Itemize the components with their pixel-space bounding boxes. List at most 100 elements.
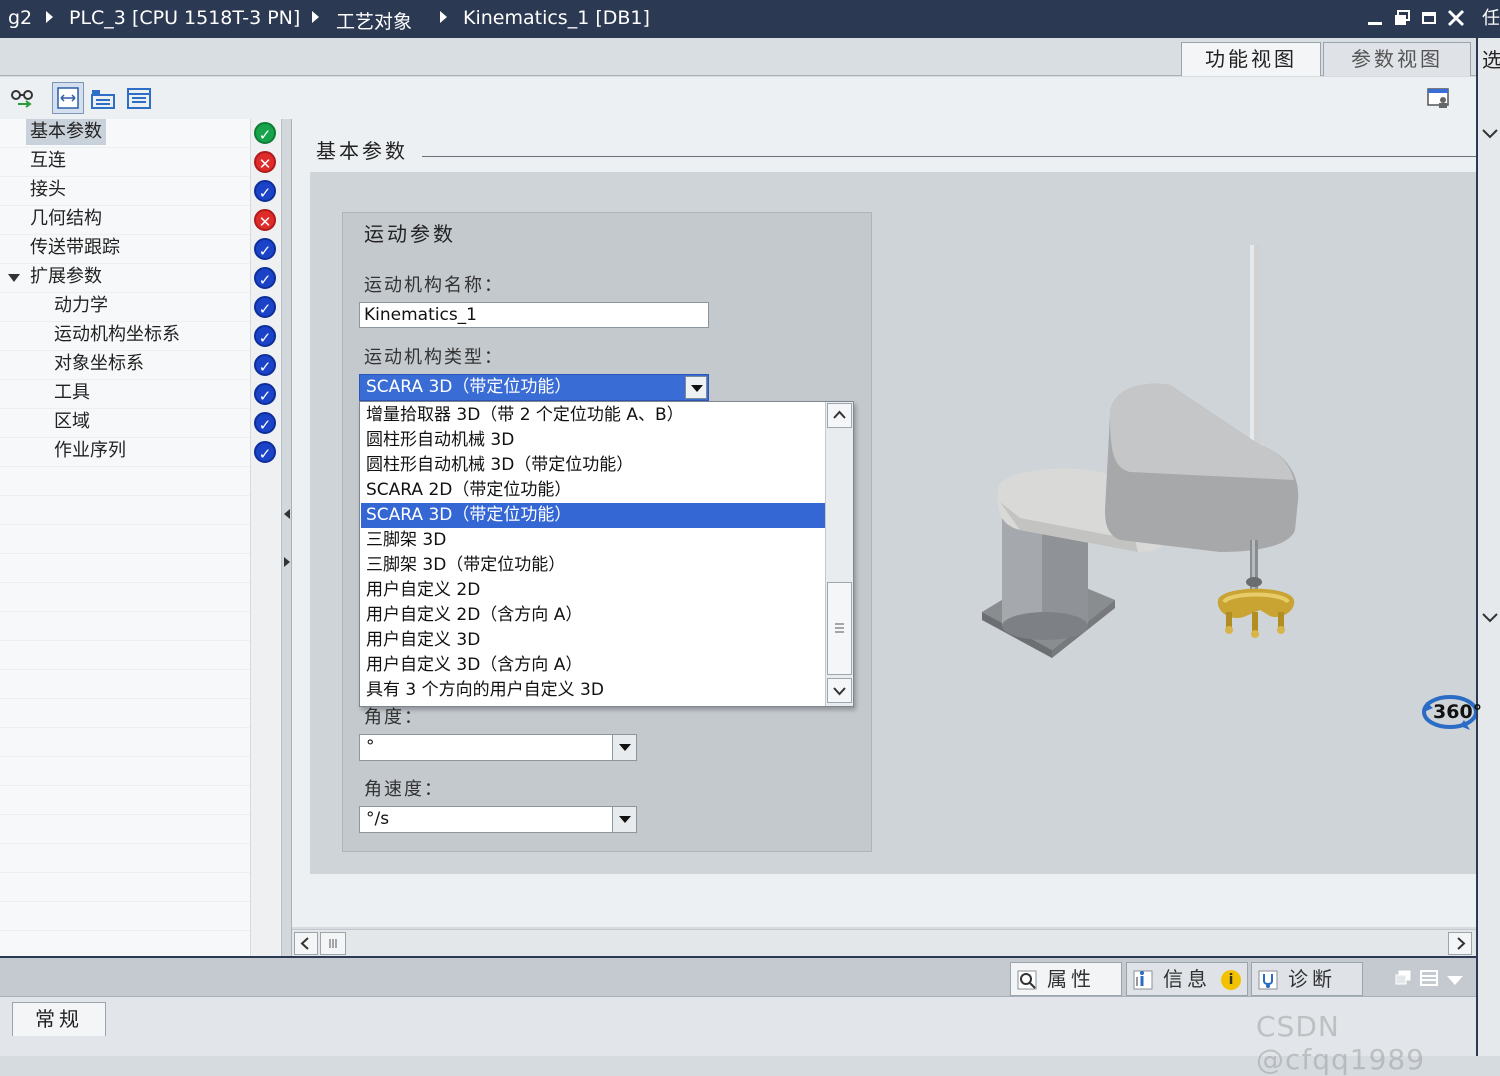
info-badge-icon: i bbox=[1221, 970, 1241, 990]
tab-properties[interactable]: 属性 bbox=[1010, 962, 1122, 996]
title-bar: g2 PLC_3 [CPU 1518T-3 PN] 工艺对象 Kinematic… bbox=[0, 0, 1476, 38]
nav-item-extended-parameters[interactable]: 扩展参数 bbox=[30, 264, 102, 290]
task-card-title: 任 bbox=[1482, 8, 1500, 29]
kinematics-type-label: 运动机构类型： bbox=[364, 347, 504, 368]
option-scara-3d-selected[interactable]: SCARA 3D（带定位功能） bbox=[361, 503, 826, 528]
glasses-icon[interactable] bbox=[10, 86, 34, 110]
collapse-chevron-icon[interactable] bbox=[1480, 126, 1500, 142]
nav-item-tool[interactable]: 工具 bbox=[54, 380, 90, 406]
scroll-left-icon[interactable] bbox=[294, 932, 318, 955]
kinematics-type-dropdown-list[interactable]: 增量拾取器 3D（带 2 个定位功能 A、B） 圆柱形自动机械 3D 圆柱形自动… bbox=[359, 401, 854, 707]
nav-item-job-sequence[interactable]: 作业序列 bbox=[54, 438, 126, 464]
kinematics-name-input[interactable]: Kinematics_1 bbox=[359, 302, 709, 328]
nav-item-geometry[interactable]: 几何结构 bbox=[30, 206, 102, 232]
list-view-icon[interactable] bbox=[126, 86, 151, 110]
float-window-icon[interactable] bbox=[1394, 970, 1412, 990]
angular-velocity-unit-label: 角速度： bbox=[364, 779, 444, 800]
option-user-defined-3d-a[interactable]: 用户自定义 3D（含方向 A） bbox=[361, 653, 826, 678]
magnifier-icon bbox=[1017, 970, 1037, 990]
nav-item-interconnection[interactable]: 互连 bbox=[30, 148, 66, 174]
option-scara-2d[interactable]: SCARA 2D（带定位功能） bbox=[361, 478, 826, 503]
option-user-defined-3d-three-orientations[interactable]: 具有 3 个方向的用户自定义 3D bbox=[361, 678, 826, 703]
breadcrumb-plc[interactable]: PLC_3 [CPU 1518T-3 PN] bbox=[69, 7, 300, 29]
dropdown-scrollbar[interactable] bbox=[825, 402, 853, 706]
option-delta-picker-3d-ab[interactable]: 增量拾取器 3D（带 2 个定位功能 A、B） bbox=[361, 403, 826, 428]
diagnostics-icon bbox=[1258, 970, 1278, 990]
nav-item-conveyor-tracking[interactable]: 传送带跟踪 bbox=[30, 235, 120, 261]
option-tripod-3d[interactable]: 三脚架 3D bbox=[361, 528, 826, 553]
status-check-icon: ✓ bbox=[254, 383, 276, 405]
restore-icon[interactable] bbox=[1393, 9, 1411, 27]
status-check-icon: ✓ bbox=[254, 441, 276, 463]
angle-unit-select[interactable]: ° bbox=[359, 734, 637, 761]
layout-icon[interactable] bbox=[1420, 970, 1438, 990]
status-check-icon: ✓ bbox=[254, 354, 276, 376]
status-check-icon: ✓ bbox=[254, 296, 276, 318]
scroll-right-icon[interactable] bbox=[1448, 932, 1472, 955]
dropdown-arrow-icon[interactable] bbox=[612, 807, 636, 832]
task-card-tab[interactable]: 选 bbox=[1482, 44, 1500, 73]
angle-unit-value: ° bbox=[366, 737, 375, 757]
breadcrumb-kinematics[interactable]: Kinematics_1 [DB1] bbox=[463, 7, 650, 29]
diagnostics-tab-label: 诊断 bbox=[1288, 967, 1336, 991]
option-cylindrical-3d[interactable]: 圆柱形自动机械 3D bbox=[361, 428, 826, 453]
collapse-left-arrow-icon[interactable] bbox=[284, 509, 290, 519]
option-user-defined-3d[interactable]: 用户自定义 3D bbox=[361, 628, 826, 653]
motion-group-title: 运动参数 bbox=[364, 222, 456, 246]
breadcrumb-project[interactable]: g2 bbox=[8, 7, 32, 29]
scroll-thumb[interactable] bbox=[827, 582, 852, 675]
status-check-icon: ✓ bbox=[254, 267, 276, 289]
dropdown-arrow-icon[interactable] bbox=[685, 376, 707, 399]
kinematics-name-label: 运动机构名称： bbox=[364, 275, 504, 296]
nav-item-object-coordinate-system[interactable]: 对象坐标系 bbox=[54, 351, 144, 377]
breadcrumb-separator-icon bbox=[312, 11, 319, 23]
minimize-icon[interactable] bbox=[1366, 9, 1384, 27]
tab-function-view[interactable]: 功能视图 bbox=[1181, 42, 1321, 76]
task-card-strip: 任 选 bbox=[1476, 0, 1500, 1056]
status-check-icon: ✓ bbox=[254, 325, 276, 347]
expand-right-arrow-icon[interactable] bbox=[284, 557, 290, 567]
nav-item-joints[interactable]: 接头 bbox=[30, 177, 66, 203]
status-error-icon: ✕ bbox=[254, 209, 276, 231]
option-user-defined-2d[interactable]: 用户自定义 2D bbox=[361, 578, 826, 603]
folder-tree-icon[interactable] bbox=[90, 86, 115, 110]
properties-tab-label: 属性 bbox=[1047, 967, 1095, 991]
section-divider bbox=[422, 156, 1476, 157]
option-tripod-3d-orientation[interactable]: 三脚架 3D（带定位功能） bbox=[361, 553, 826, 578]
tab-info[interactable]: 信息 i bbox=[1126, 962, 1248, 996]
panel-splitter[interactable] bbox=[282, 119, 292, 956]
view-tab-row: 功能视图 参数视图 bbox=[0, 38, 1476, 76]
close-icon[interactable] bbox=[1447, 9, 1465, 27]
inspector-panel bbox=[0, 996, 1476, 1056]
scroll-up-icon[interactable] bbox=[827, 403, 852, 428]
tab-general[interactable]: 常规 bbox=[12, 1002, 106, 1036]
kinematics-type-select[interactable]: SCARA 3D（带定位功能） bbox=[359, 374, 709, 401]
maximize-icon[interactable] bbox=[1420, 9, 1438, 27]
horizontal-scroll-thumb[interactable] bbox=[320, 932, 346, 955]
breadcrumb-separator-icon bbox=[46, 11, 53, 23]
nav-item-zones[interactable]: 区域 bbox=[54, 409, 90, 435]
collapse-chevron-icon[interactable] bbox=[1480, 610, 1500, 626]
horizontal-scrollbar[interactable] bbox=[292, 929, 1476, 956]
tab-diagnostics[interactable]: 诊断 bbox=[1251, 962, 1363, 996]
option-user-defined-2d-a[interactable]: 用户自定义 2D（含方向 A） bbox=[361, 603, 826, 628]
expand-triangle-icon[interactable] bbox=[8, 274, 20, 282]
nav-item-kinematics-coordinate-system[interactable]: 运动机构坐标系 bbox=[54, 322, 180, 348]
nav-item-dynamics[interactable]: 动力学 bbox=[54, 293, 108, 319]
kinematics-type-value: SCARA 3D（带定位功能） bbox=[366, 377, 572, 397]
scroll-down-icon[interactable] bbox=[827, 678, 852, 703]
user-monitor-icon[interactable] bbox=[1426, 86, 1450, 110]
fit-width-icon[interactable] bbox=[52, 82, 84, 114]
nav-item-basic-parameters[interactable]: 基本参数 bbox=[26, 119, 106, 145]
rotate-360-button[interactable]: 360° bbox=[1420, 690, 1482, 734]
rotate-360-label: 360° bbox=[1433, 701, 1483, 723]
breadcrumb-separator-icon bbox=[440, 11, 447, 23]
collapse-panel-icon[interactable] bbox=[1446, 972, 1464, 991]
status-ok-icon: ✓ bbox=[254, 122, 276, 144]
tab-parameter-view[interactable]: 参数视图 bbox=[1323, 42, 1471, 76]
dropdown-arrow-icon[interactable] bbox=[612, 735, 636, 760]
breadcrumb-technology-objects[interactable]: 工艺对象 bbox=[336, 7, 412, 34]
angular-velocity-unit-select[interactable]: °/s bbox=[359, 806, 637, 833]
angular-velocity-unit-value: °/s bbox=[366, 809, 390, 829]
option-cylindrical-3d-orientation[interactable]: 圆柱形自动机械 3D（带定位功能） bbox=[361, 453, 826, 478]
